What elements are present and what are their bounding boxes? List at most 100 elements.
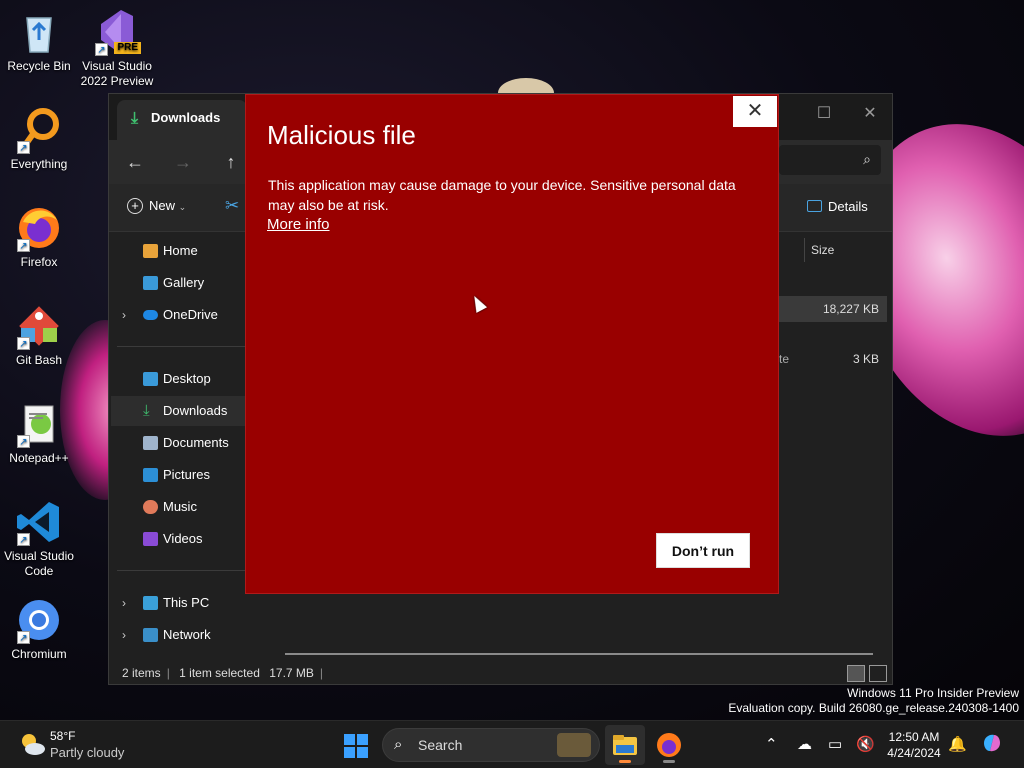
close-window-button[interactable]: ✕ — [847, 100, 893, 128]
explorer-search-input[interactable]: ⌕ — [779, 145, 881, 175]
desktop-icon-label: Firefox — [20, 255, 58, 269]
desktop-icon-everything[interactable]: ↗ Everything — [0, 106, 78, 172]
sidebar-item-onedrive[interactable]: › OneDrive — [111, 300, 267, 330]
active-indicator — [619, 760, 631, 763]
sidebar-label: Pictures — [163, 467, 210, 482]
sidebar-label: Documents — [163, 435, 229, 450]
sidebar-item-desktop[interactable]: Desktop 📌 — [111, 364, 267, 394]
taskbar-clock[interactable]: 12:50 AM 4/24/2024 — [884, 729, 944, 761]
sidebar-item-this-pc[interactable]: › This PC — [111, 588, 267, 618]
more-info-link[interactable]: More info — [267, 216, 330, 233]
back-arrow-icon[interactable]: ← — [121, 148, 149, 176]
plus-circle-icon: + — [127, 198, 143, 214]
notification-bell-icon[interactable]: 🔔 — [948, 735, 967, 753]
desktop-icon-firefox[interactable]: ↗ Firefox — [0, 204, 78, 270]
chevron-up-icon[interactable]: ⌃ — [765, 735, 778, 753]
sidebar-item-videos[interactable]: Videos 📌 — [111, 524, 267, 554]
onedrive-cloud-icon — [143, 310, 158, 320]
sidebar-label: Downloads — [163, 403, 228, 418]
computer-icon — [143, 596, 158, 610]
desktop-icon-git-bash[interactable]: ↗ Git Bash — [0, 302, 78, 368]
horizontal-scrollbar[interactable] — [285, 653, 873, 655]
dialog-message: This application may cause damage to you… — [268, 177, 736, 213]
sidebar-item-music[interactable]: Music 📌 — [111, 492, 267, 522]
sidebar-item-home[interactable]: Home — [111, 236, 267, 266]
music-icon — [143, 500, 158, 514]
clock-date: 4/24/2024 — [887, 746, 941, 760]
search-highlight-image — [557, 733, 591, 757]
gallery-icon — [143, 276, 158, 290]
malicious-file-dialog: ✕ Malicious file This application may ca… — [245, 94, 779, 594]
network-icon[interactable]: ▭ — [828, 735, 842, 753]
tab-downloads[interactable]: ⤓ Downloads — [117, 100, 247, 140]
weather-temperature[interactable]: 58°F — [50, 729, 75, 743]
up-arrow-icon[interactable]: ↑ — [217, 148, 245, 176]
sidebar-label: Music — [163, 499, 197, 514]
shortcut-arrow-icon: ↗ — [95, 43, 108, 56]
tiles-view-button[interactable] — [869, 665, 887, 682]
chevron-right-icon[interactable]: › — [122, 620, 126, 650]
desktop-icon-label: Visual Studio 2022 Preview — [80, 59, 154, 88]
new-button[interactable]: + New ⌄ — [127, 198, 186, 214]
desktop-icon-vscode[interactable]: ↗ Visual Studio Code — [0, 498, 78, 579]
desktop-folder-icon — [143, 372, 158, 386]
file-row-size[interactable]: 3 KB — [849, 352, 879, 366]
everything-search-icon: ↗ — [15, 106, 63, 154]
copilot-icon[interactable] — [980, 731, 1004, 759]
desktop-icon-label: Notepad++ — [9, 451, 69, 465]
firefox-icon: ↗ — [15, 204, 63, 252]
cut-icon[interactable]: ✂ — [225, 196, 239, 216]
notepad-plus-plus-icon: ↗ — [15, 400, 63, 448]
shortcut-arrow-icon: ↗ — [17, 435, 30, 448]
status-selected: 1 item selected — [179, 666, 260, 680]
dont-run-button[interactable]: Don’t run — [656, 533, 750, 568]
maximize-button[interactable]: ☐ — [801, 100, 847, 128]
status-item-count: 2 items — [122, 666, 161, 680]
sidebar-item-documents[interactable]: Documents 📌 — [111, 428, 267, 458]
videos-icon — [143, 532, 158, 546]
chevron-right-icon[interactable]: › — [122, 588, 126, 618]
chevron-right-icon[interactable]: › — [122, 300, 126, 330]
file-row-type-fragment: te — [779, 352, 790, 366]
weather-description[interactable]: Partly cloudy — [50, 745, 124, 760]
taskbar-firefox[interactable] — [649, 725, 689, 765]
download-icon: ⤓ — [131, 110, 139, 127]
new-label: New — [149, 198, 176, 213]
details-button[interactable]: Details — [807, 199, 868, 214]
download-icon: ⤓ — [143, 402, 150, 419]
taskbar-search-box[interactable]: ⌕ Search — [382, 728, 600, 762]
dialog-title: Malicious file — [267, 120, 416, 150]
partly-cloudy-icon[interactable] — [18, 731, 46, 757]
network-icon — [143, 628, 158, 642]
column-header-size[interactable]: Size — [804, 238, 886, 262]
sidebar-label: OneDrive — [163, 307, 218, 322]
desktop-icon-chromium[interactable]: ↗ Chromium — [0, 596, 78, 662]
sidebar-label: Desktop — [163, 371, 211, 386]
desktop-icon-label: Everything — [10, 157, 68, 171]
shortcut-arrow-icon: ↗ — [17, 533, 30, 546]
onedrive-offline-icon[interactable]: ☁ — [797, 735, 812, 753]
file-row-selected-size[interactable]: 18,227 KB — [779, 296, 887, 322]
forward-arrow-icon[interactable]: → — [169, 148, 197, 176]
details-view-button[interactable] — [847, 665, 865, 682]
visual-studio-icon: PRE ↗ — [93, 8, 141, 56]
chromium-icon: ↗ — [15, 596, 63, 644]
details-label: Details — [828, 199, 868, 214]
desktop-icon-visual-studio[interactable]: PRE ↗ Visual Studio 2022 Preview — [78, 8, 156, 89]
desktop-icon-notepad-plus-plus[interactable]: ↗ Notepad++ — [0, 400, 78, 466]
taskbar-file-explorer[interactable] — [605, 725, 645, 765]
sidebar-item-network[interactable]: › Network — [111, 620, 267, 650]
sidebar-item-pictures[interactable]: Pictures 📌 — [111, 460, 267, 490]
sidebar-item-downloads[interactable]: ⤓Downloads 📌 — [111, 396, 267, 426]
close-dialog-button[interactable]: ✕ — [733, 96, 777, 127]
clock-time: 12:50 AM — [888, 730, 940, 744]
git-bash-icon: ↗ — [15, 302, 63, 350]
desktop-icon-recycle-bin[interactable]: Recycle Bin — [0, 8, 78, 74]
desktop-icon-label: Visual Studio Code — [4, 549, 74, 578]
sidebar-item-gallery[interactable]: Gallery — [111, 268, 267, 298]
start-button[interactable] — [344, 734, 368, 758]
sidebar-label: This PC — [163, 595, 210, 610]
speaker-muted-icon[interactable]: 🔇 — [856, 735, 875, 753]
desktop-icon-label: Chromium — [11, 647, 67, 661]
sidebar-label: Gallery — [163, 275, 205, 290]
